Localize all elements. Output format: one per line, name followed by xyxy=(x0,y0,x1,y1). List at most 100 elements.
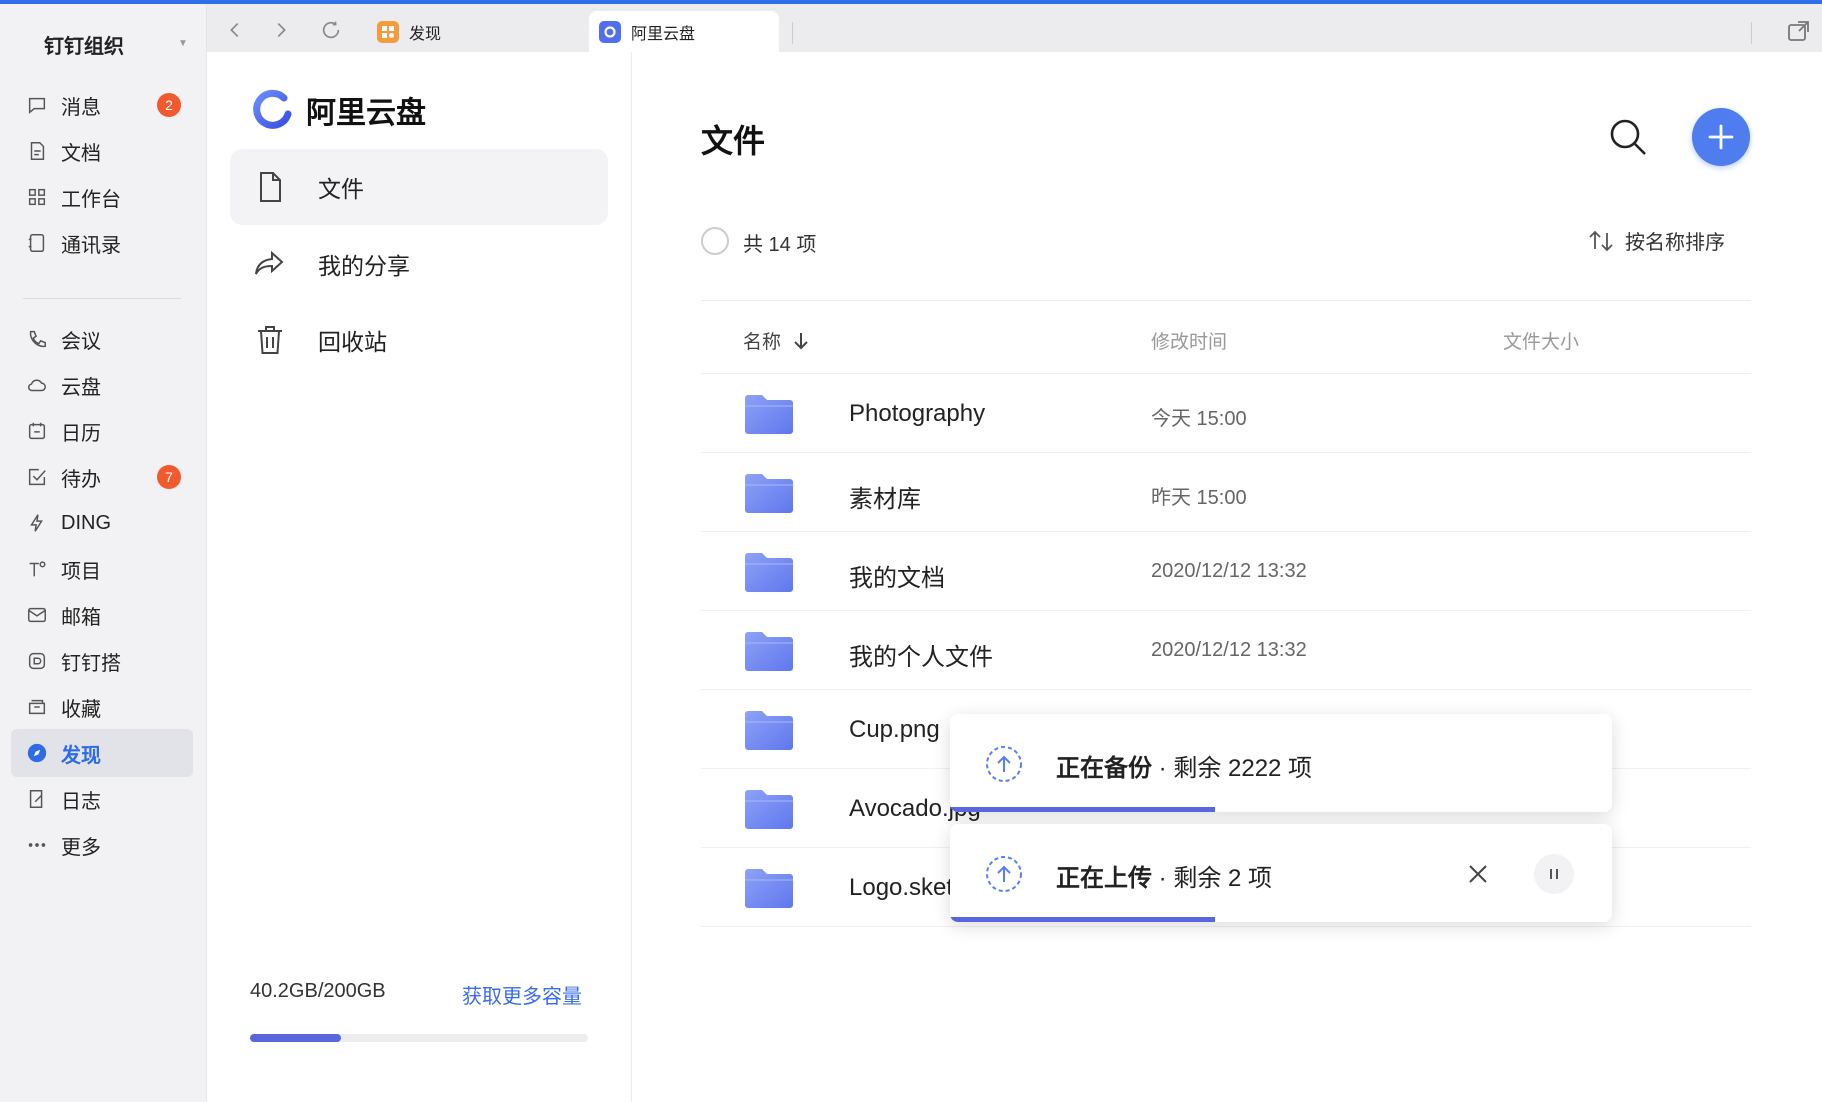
org-dropdown-icon[interactable]: ▼ xyxy=(178,38,188,49)
file-name[interactable]: 我的文档 xyxy=(849,558,945,593)
column-header-name[interactable]: 名称 xyxy=(743,327,811,354)
close-icon xyxy=(1469,865,1487,883)
sidebar-item-log[interactable]: 日志 xyxy=(11,775,193,823)
drive-nav-trash[interactable]: 回收站 xyxy=(230,302,608,378)
pause-icon xyxy=(1550,869,1558,879)
table-row[interactable]: 我的个人文件 2020/12/12 13:32 xyxy=(701,611,1751,690)
tab-discover[interactable]: 发现 xyxy=(367,11,567,52)
share-icon xyxy=(252,246,288,282)
table-row[interactable]: 素材库 昨天 15:00 xyxy=(701,453,1751,532)
lightning-icon xyxy=(25,511,49,535)
add-button[interactable] xyxy=(1692,108,1750,166)
sidebar-item-label: 云盘 xyxy=(61,376,101,399)
tab-label: 发现 xyxy=(409,25,442,43)
sidebar-item-meeting[interactable]: 会议 xyxy=(11,315,193,363)
sidebar-item-label: 会议 xyxy=(61,330,101,353)
file-icon xyxy=(252,169,288,205)
folder-icon xyxy=(745,790,793,829)
folder-icon xyxy=(745,474,793,513)
aliyun-drive-logo-icon xyxy=(253,89,292,129)
drive-nav-panel: 阿里云盘 文件 我的分享 回收站 40.2GB/200GB 获取更多容量 xyxy=(208,52,632,1102)
file-modified-time: 2020/12/12 13:32 xyxy=(1151,560,1307,582)
phone-icon xyxy=(25,327,49,351)
get-more-storage-link[interactable]: 获取更多容量 xyxy=(462,980,582,1009)
toast-text: 正在备份 · 剩余 2222 项 xyxy=(1056,755,1313,782)
sidebar-divider xyxy=(23,298,181,299)
trash-icon xyxy=(252,322,288,358)
arrow-down-icon xyxy=(794,332,808,349)
pause-upload-button[interactable] xyxy=(1534,854,1574,894)
log-icon xyxy=(25,787,49,811)
item-count: 共 14 项 xyxy=(743,234,817,256)
sidebar-item-discover[interactable]: 发现 xyxy=(11,729,193,777)
column-header-time[interactable]: 修改时间 xyxy=(1151,327,1227,354)
table-row[interactable]: Photography 今天 15:00 xyxy=(701,374,1751,453)
unread-badge: 2 xyxy=(157,93,181,117)
storage-usage-text: 40.2GB/200GB xyxy=(250,980,386,1002)
toast-progress xyxy=(950,917,1215,922)
discover-app-icon xyxy=(377,20,399,43)
app-sidebar: 钉钉组织 ▼ 消息 2 文档 工作台 通讯录 会议 云盘 日历 待办 7 DIN… xyxy=(0,4,207,1102)
tab-aliyun-drive[interactable]: 阿里云盘 xyxy=(589,11,779,52)
back-button[interactable] xyxy=(223,18,247,42)
sidebar-item-ding[interactable]: DING xyxy=(11,499,193,547)
file-name[interactable]: 我的个人文件 xyxy=(849,637,993,672)
refresh-button[interactable] xyxy=(319,18,343,42)
column-label: 名称 xyxy=(743,332,782,353)
file-name[interactable]: 素材库 xyxy=(849,479,921,514)
sidebar-item-label: 更多 xyxy=(61,836,101,859)
sidebar-item-workbench[interactable]: 工作台 xyxy=(11,173,193,221)
sidebar-item-mail[interactable]: 邮箱 xyxy=(11,591,193,639)
sidebar-item-label: 日历 xyxy=(61,422,101,445)
drive-nav-files[interactable]: 文件 xyxy=(230,149,608,225)
file-name[interactable]: Photography xyxy=(849,400,985,428)
search-button[interactable] xyxy=(1605,114,1653,162)
folder-icon xyxy=(745,632,793,671)
storage-progress-fill xyxy=(250,1034,342,1042)
sidebar-item-label: 文档 xyxy=(61,142,101,165)
drive-nav-shares[interactable]: 我的分享 xyxy=(230,226,608,302)
todo-badge: 7 xyxy=(157,465,181,489)
sidebar-item-label: 工作台 xyxy=(61,188,121,211)
contacts-icon xyxy=(25,231,49,255)
sidebar-item-label: 通讯录 xyxy=(61,234,121,257)
sidebar-item-builder[interactable]: 钉钉搭 xyxy=(11,637,193,685)
org-name[interactable]: 钉钉组织 xyxy=(44,30,124,59)
folder-icon xyxy=(745,553,793,592)
project-icon xyxy=(25,557,49,581)
sidebar-item-todo[interactable]: 待办 7 xyxy=(11,453,193,501)
tab-label: 阿里云盘 xyxy=(631,25,696,43)
sidebar-item-messages[interactable]: 消息 2 xyxy=(11,81,193,129)
sidebar-item-label: 发现 xyxy=(61,744,101,767)
forward-button[interactable] xyxy=(269,18,293,42)
cloud-icon xyxy=(25,373,49,397)
chevron-right-icon xyxy=(277,22,286,38)
open-external-button[interactable] xyxy=(1786,18,1812,44)
sidebar-item-contacts[interactable]: 通讯录 xyxy=(11,219,193,267)
file-name[interactable]: Cup.png xyxy=(849,716,940,744)
sidebar-item-more[interactable]: 更多 xyxy=(11,821,193,869)
toast-text: 正在上传 · 剩余 2 项 xyxy=(1056,865,1273,892)
document-icon xyxy=(25,139,49,163)
plus-icon xyxy=(1708,124,1734,150)
upload-arrow-icon xyxy=(986,856,1022,892)
sidebar-item-label: 待办 xyxy=(61,468,101,491)
grid-icon xyxy=(25,185,49,209)
sidebar-item-favorites[interactable]: 收藏 xyxy=(11,683,193,731)
sidebar-item-docs[interactable]: 文档 xyxy=(11,127,193,175)
cancel-upload-button[interactable] xyxy=(1458,854,1498,894)
drive-nav-label: 我的分享 xyxy=(318,253,410,279)
sidebar-item-project[interactable]: 项目 xyxy=(11,545,193,593)
upload-progress-toast: 正在上传 · 剩余 2 项 xyxy=(950,824,1612,922)
compass-icon xyxy=(25,741,49,765)
folder-icon xyxy=(745,869,793,908)
sort-button[interactable]: 按名称排序 xyxy=(1587,226,1725,255)
select-all-checkbox[interactable] xyxy=(701,227,729,255)
table-row[interactable]: 我的文档 2020/12/12 13:32 xyxy=(701,532,1751,611)
drive-brand: 阿里云盘 xyxy=(250,88,426,132)
column-header-size[interactable]: 文件大小 xyxy=(1503,327,1579,354)
aliyun-drive-app-icon xyxy=(599,20,621,43)
sidebar-item-calendar[interactable]: 日历 xyxy=(11,407,193,455)
builder-icon xyxy=(25,649,49,673)
sidebar-item-drive[interactable]: 云盘 xyxy=(11,361,193,409)
